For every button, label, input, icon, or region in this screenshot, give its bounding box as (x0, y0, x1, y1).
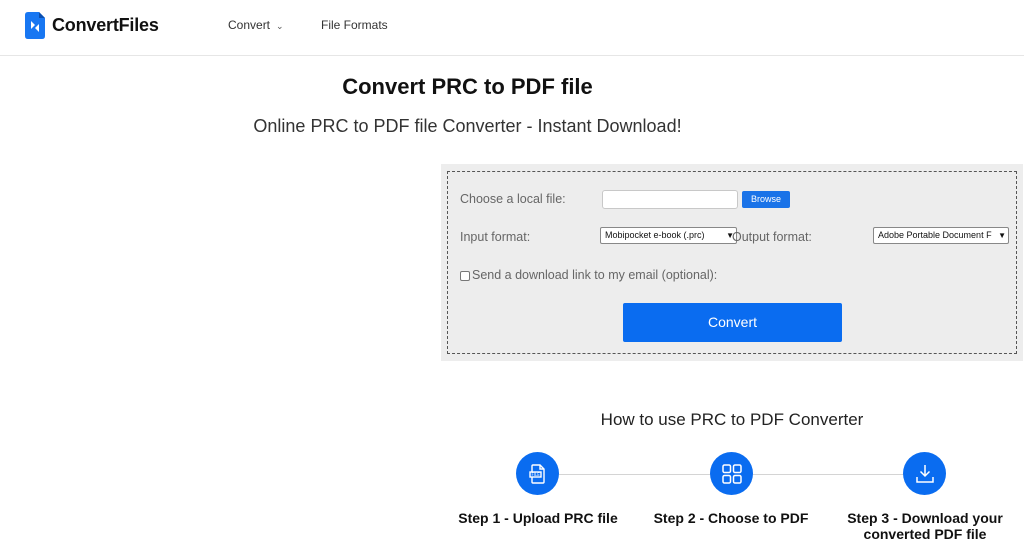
input-format-select[interactable]: Mobipocket e-book (.prc) ▼ (600, 227, 737, 244)
chevron-down-icon: ▼ (996, 228, 1006, 243)
brand-name: ConvertFiles (52, 15, 159, 35)
brand-logo[interactable]: ConvertFiles (25, 12, 159, 39)
choose-file-label: Choose a local file: (460, 192, 566, 206)
file-upload-icon: FILE (528, 463, 545, 484)
site-header: ConvertFiles Convert ⌄ File Formats (0, 0, 1024, 56)
email-option-label: Send a download link to my email (option… (472, 268, 718, 282)
step-1-label: Step 1 - Upload PRC file (458, 510, 618, 526)
howto-title: How to use PRC to PDF Converter (600, 410, 864, 429)
file-input[interactable] (602, 190, 738, 209)
converter-form: Choose a local file: Browse Input format… (447, 171, 1017, 354)
convert-button[interactable]: Convert (623, 303, 842, 342)
output-format-value: Adobe Portable Document F (878, 230, 992, 240)
step-2-label: Step 2 - Choose to PDF (653, 510, 809, 526)
download-icon (915, 464, 934, 483)
svg-text:FILE: FILE (531, 472, 540, 477)
output-format-select[interactable]: Adobe Portable Document F ▼ (873, 227, 1009, 244)
step-3-circle (903, 452, 946, 495)
email-checkbox[interactable] (460, 271, 470, 281)
browse-button[interactable]: Browse (742, 191, 790, 208)
step-1-circle: FILE (516, 452, 559, 495)
nav-convert[interactable]: Convert ⌄ (228, 18, 284, 32)
page-subtitle: Online PRC to PDF file Converter - Insta… (253, 116, 682, 136)
nav-convert-label: Convert (228, 18, 271, 32)
logo-icon (25, 12, 45, 39)
converter-panel: Choose a local file: Browse Input format… (441, 164, 1023, 361)
page-title: Convert PRC to PDF file (342, 74, 593, 99)
step-2-circle (710, 452, 753, 495)
grid-icon (721, 463, 742, 484)
output-format-label: Output format: (732, 230, 812, 244)
input-format-value: Mobipocket e-book (.prc) (605, 230, 705, 240)
input-format-label: Input format: (460, 230, 531, 244)
step-3-label: Step 3 - Download your converted PDF fil… (847, 510, 1003, 539)
chevron-down-icon: ⌄ (276, 21, 284, 31)
nav-file-formats[interactable]: File Formats (321, 18, 388, 32)
